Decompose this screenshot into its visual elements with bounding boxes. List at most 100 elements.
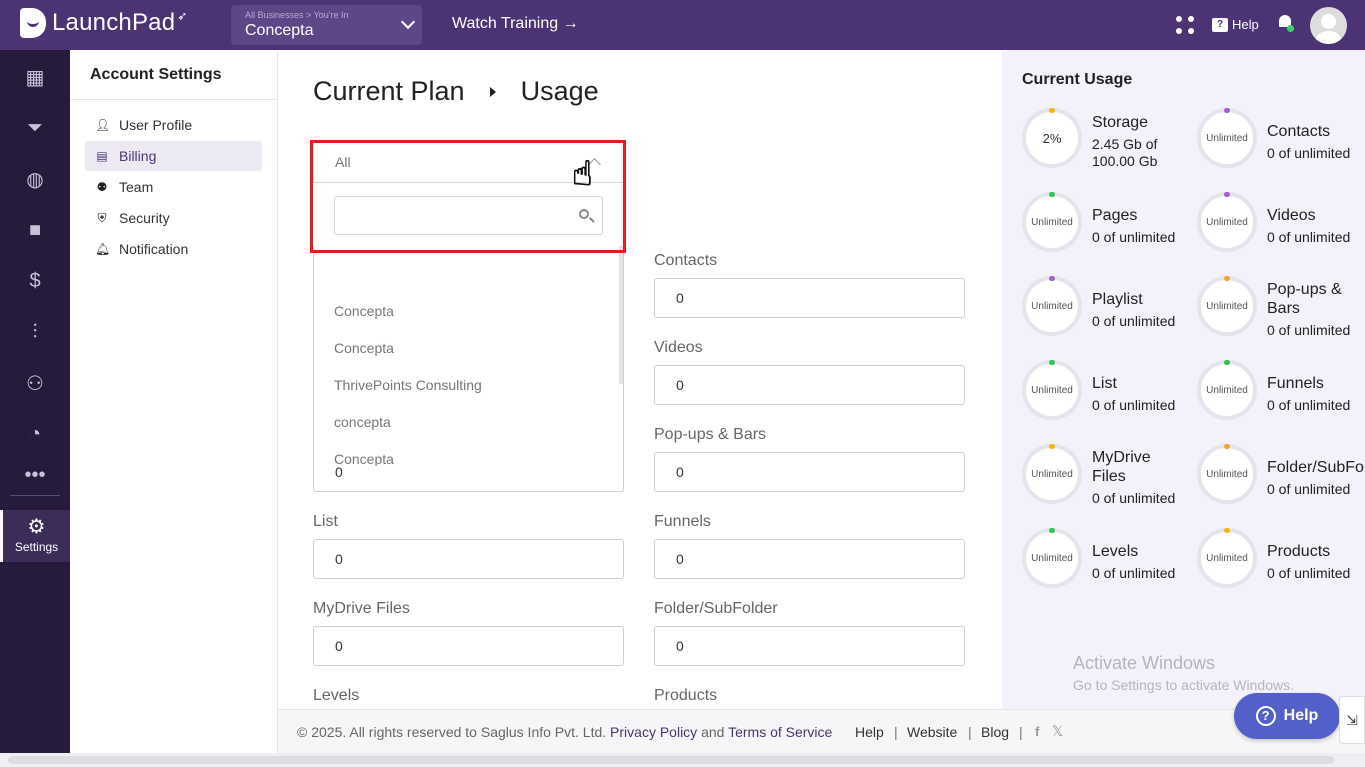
video-icon[interactable]: ■: [0, 215, 70, 245]
settings-label: Settings: [14, 540, 59, 554]
usage-ring: Unlimited: [1197, 108, 1257, 168]
usage-card-list: Unlimited List 0 of unlimited: [1022, 360, 1197, 444]
footer-separator: |: [894, 724, 898, 740]
help-chat-label: Help: [1283, 707, 1319, 724]
breadcrumb-current-plan[interactable]: Current Plan: [313, 76, 465, 107]
breadcrumb-usage: Usage: [520, 76, 599, 106]
user-icon: 👤︎: [95, 118, 111, 132]
rail-divider: [10, 495, 60, 496]
usage-card-contacts: Unlimited Contacts 0 of unlimited: [1197, 108, 1365, 192]
help-link[interactable]: ? Help: [1212, 17, 1259, 32]
funnel-icon[interactable]: ⏷: [0, 113, 70, 143]
help-icon: ?: [1212, 17, 1228, 32]
usage-card-products: Unlimited Products 0 of unlimited: [1197, 528, 1365, 612]
business-dropdown-list[interactable]: Concepta Concepta ThrivePoints Consultin…: [313, 246, 624, 466]
divider: [70, 99, 277, 100]
usage-ring: Unlimited: [1022, 276, 1082, 336]
select-value: All: [335, 154, 351, 170]
videos-input[interactable]: 0: [654, 365, 965, 405]
funnels-input[interactable]: 0: [654, 539, 965, 579]
globe-icon[interactable]: ◍: [0, 164, 70, 194]
folder-input[interactable]: 0: [654, 626, 965, 666]
mydrive-input[interactable]: 0: [313, 626, 624, 666]
menu-notification[interactable]: 🔔︎ Notification: [85, 234, 262, 264]
avatar[interactable]: [1310, 7, 1347, 44]
usage-card-popups: Unlimited Pop-ups & Bars 0 of unlimited: [1197, 276, 1365, 360]
usage-name: Playlist: [1092, 291, 1143, 308]
x-icon[interactable]: 𝕏: [1052, 723, 1063, 740]
privacy-policy-link[interactable]: Privacy Policy: [610, 724, 697, 740]
usage-value: 0 of unlimited: [1267, 322, 1351, 338]
menu-team[interactable]: ⚉ Team: [85, 172, 262, 202]
dropdown-option[interactable]: Concepta: [334, 340, 394, 356]
menu-user-profile[interactable]: 👤︎ User Profile: [85, 110, 262, 140]
footer-copyright: © 2025. All rights reserved to Saglus In…: [297, 724, 833, 740]
funnels-label: Funnels: [654, 513, 711, 530]
popups-input[interactable]: 0: [654, 452, 965, 492]
gauge-icon[interactable]: ◔: [0, 419, 70, 449]
popups-label: Pop-ups & Bars: [654, 426, 767, 443]
usage-value: 0 of unlimited: [1267, 229, 1351, 245]
usage-name: Storage: [1092, 114, 1149, 131]
notification-bell-icon[interactable]: [1278, 15, 1294, 32]
usage-ring: 2%: [1022, 108, 1082, 168]
dollar-icon[interactable]: $: [0, 266, 70, 296]
list-label: List: [313, 513, 338, 530]
dropdown-search-input[interactable]: [334, 196, 603, 235]
dashboard-icon[interactable]: ▦: [0, 62, 70, 92]
usage-card-storage: 2% Storage 2.45 Gb of 100.00 Gb: [1022, 108, 1197, 192]
dropdown-option[interactable]: ThrivePoints Consulting: [334, 377, 482, 393]
usage-ring: Unlimited: [1197, 528, 1257, 588]
contacts-input[interactable]: 0: [654, 278, 965, 318]
usage-name: Contacts: [1267, 123, 1331, 140]
footer-separator: |: [1019, 724, 1023, 740]
dropdown-option[interactable]: Concepta: [334, 451, 394, 466]
usage-card-folder: Unlimited Folder/SubFolder 0 of unlimite…: [1197, 444, 1365, 528]
footer-blog-link[interactable]: Blog: [981, 724, 1009, 740]
usage-value: 0 of unlimited: [1092, 490, 1176, 506]
usage-name: Folder/SubFolder: [1267, 459, 1365, 476]
team-icon: ⚉: [96, 180, 108, 194]
usage-value: 0 of unlimited: [1267, 481, 1351, 497]
footer-help-link[interactable]: Help: [855, 724, 884, 740]
gear-icon: ⚙: [27, 516, 46, 538]
business-crumb: All Businesses > You're In: [245, 10, 349, 20]
analytics-icon[interactable]: ⫶: [0, 317, 70, 347]
terms-link[interactable]: Terms of Service: [728, 724, 832, 740]
mydrive-label: MyDrive Files: [313, 600, 410, 617]
dropdown-scrollbar[interactable]: [619, 246, 623, 384]
footer-website-link[interactable]: Website: [907, 724, 957, 740]
facebook-icon[interactable]: f: [1035, 724, 1039, 739]
usage-name: MyDrive Files: [1092, 449, 1151, 485]
business-selector[interactable]: All Businesses > You're In Concepta: [231, 5, 422, 45]
list-input[interactable]: 0: [313, 539, 624, 579]
rail-settings[interactable]: ⚙ Settings: [0, 510, 70, 562]
logo-icon: [20, 8, 46, 38]
rocket-icon: ➶: [177, 9, 188, 23]
usage-card-levels: Unlimited Levels 0 of unlimited: [1022, 528, 1197, 612]
windows-watermark-title: Activate Windows: [1073, 653, 1216, 673]
main-content: Current Plan Usage Contacts 0 Videos 0 P…: [278, 50, 1002, 709]
dropdown-option[interactable]: concepta: [334, 414, 391, 430]
menu-label: Team: [119, 179, 154, 195]
menu-billing[interactable]: ▤ Billing: [85, 141, 262, 171]
current-usage-panel: Current Usage 2% Storage 2.45 Gb of 100.…: [1002, 50, 1365, 709]
horizontal-scrollbar[interactable]: [0, 753, 1365, 767]
apps-grid-icon[interactable]: [1176, 16, 1194, 34]
icon-rail: ▦ ⏷ ◍ ■ $ ⫶ ⚇ ◔ ••• ⚙ Settings: [0, 50, 70, 767]
more-icon[interactable]: •••: [0, 460, 70, 490]
top-bar: LaunchPad ➶ All Businesses > You're In C…: [0, 0, 1365, 50]
usage-card-pages: Unlimited Pages 0 of unlimited: [1022, 192, 1197, 276]
shield-icon: ⛨: [97, 210, 107, 225]
logo-text: LaunchPad: [52, 9, 176, 36]
people-icon[interactable]: ⚇: [0, 368, 70, 398]
dropdown-option[interactable]: Concepta: [334, 303, 394, 319]
watch-training-link[interactable]: Watch Training →: [452, 15, 579, 33]
windows-watermark-subtitle: Go to Settings to activate Windows.: [1073, 677, 1294, 693]
launchpad-logo[interactable]: LaunchPad ➶: [20, 8, 187, 38]
collapse-icon[interactable]: ⇲: [1339, 696, 1365, 744]
videos-label: Videos: [654, 339, 703, 356]
menu-label: Billing: [119, 148, 157, 164]
help-chat-button[interactable]: ? Help: [1234, 693, 1340, 739]
menu-security[interactable]: ⛨ Security: [85, 203, 262, 233]
